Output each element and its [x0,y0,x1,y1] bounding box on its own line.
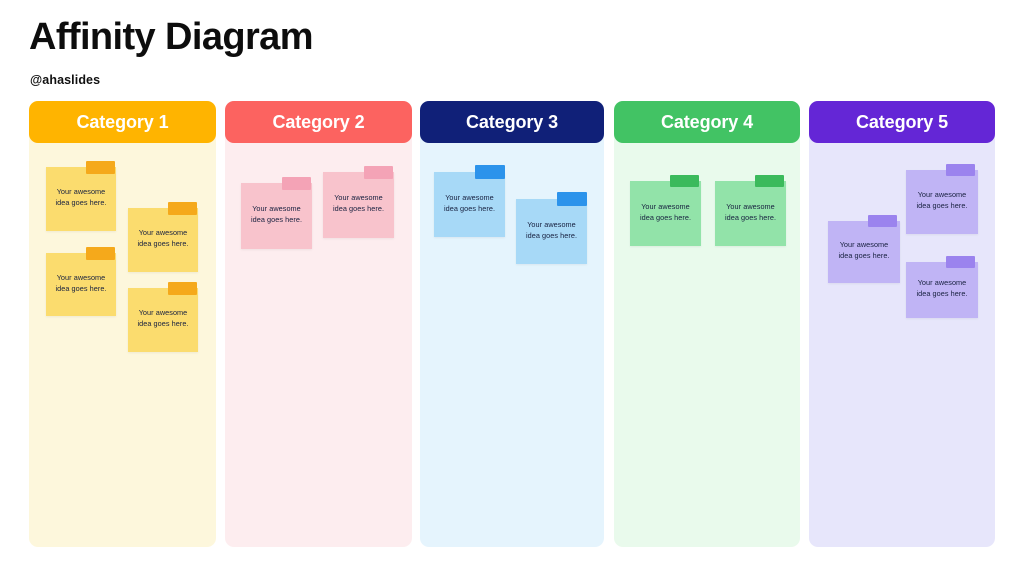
sticky-note[interactable]: Your awesome idea goes here. [516,192,587,264]
sticky-note-text: Your awesome idea goes here. [838,240,890,260]
tape-icon [168,202,197,215]
sticky-note-text: Your awesome idea goes here. [250,204,303,224]
sticky-note-text: Your awesome idea goes here. [916,190,968,210]
sticky-note-text: Your awesome idea goes here. [639,201,692,222]
sticky-note[interactable]: Your awesome idea goes here. [434,165,505,237]
sticky-note[interactable]: Your awesome idea goes here. [715,175,786,246]
sticky-note-text: Your awesome idea goes here. [332,193,385,213]
sticky-note[interactable]: Your awesome idea goes here. [323,166,394,238]
column-header-category-1[interactable]: Category 1 [29,101,216,143]
notes-area-category-5: Your awesome idea goes here. Your awesome… [809,101,995,547]
sticky-note[interactable]: Your awesome idea goes here. [46,161,116,231]
column-category-5: Your awesome idea goes here. Your awesome… [809,101,995,547]
slide-canvas: Affinity Diagram @ahaslides Your awesome… [0,0,1024,576]
sticky-note-text: Your awesome idea goes here. [55,272,107,293]
sticky-note-text: Your awesome idea goes here. [916,278,968,298]
notes-area-category-3: Your awesome idea goes here. Your awesome… [420,101,604,547]
column-header-category-2[interactable]: Category 2 [225,101,412,143]
tape-icon [475,165,505,179]
tape-icon [946,164,975,176]
notes-area-category-2: Your awesome idea goes here. Your awesome… [225,101,412,547]
sticky-note[interactable]: Your awesome idea goes here. [828,215,900,283]
sticky-note[interactable]: Your awesome idea goes here. [906,164,978,234]
tape-icon [946,256,975,268]
tape-icon [86,247,115,260]
column-category-1: Your awesome idea goes here. Your awesome… [29,101,216,547]
sticky-note[interactable]: Your awesome idea goes here. [906,256,978,318]
sticky-note-text: Your awesome idea goes here. [724,201,777,222]
sticky-note-text: Your awesome idea goes here. [525,219,578,240]
column-category-2: Your awesome idea goes here. Your awesome… [225,101,412,547]
sticky-note-text: Your awesome idea goes here. [137,308,189,328]
column-category-4: Your awesome idea goes here. Your awesome… [614,101,800,547]
column-category-3: Your awesome idea goes here. Your awesome… [420,101,604,547]
tape-icon [86,161,115,174]
notes-area-category-1: Your awesome idea goes here. Your awesome… [29,101,216,547]
sticky-note-text: Your awesome idea goes here. [443,192,496,213]
page-title: Affinity Diagram [29,16,313,58]
column-header-label: Category 5 [855,111,949,132]
column-header-category-3[interactable]: Category 3 [420,101,604,143]
tape-icon [282,177,311,190]
column-header-category-5[interactable]: Category 5 [809,101,995,143]
sticky-note[interactable]: Your awesome idea goes here. [630,175,701,246]
sticky-note-text: Your awesome idea goes here. [55,187,107,207]
column-header-label: Category 2 [272,111,365,132]
tape-icon [364,166,393,179]
column-header-label: Category 1 [76,111,169,132]
sticky-note[interactable]: Your awesome idea goes here. [128,282,198,352]
tape-icon [755,175,784,187]
tape-icon [557,192,587,206]
notes-area-category-4: Your awesome idea goes here. Your awesome… [614,101,800,547]
sticky-note[interactable]: Your awesome idea goes here. [241,177,312,249]
tape-icon [168,282,197,295]
column-header-category-4[interactable]: Category 4 [614,101,800,143]
page-subtitle-handle: @ahaslides [30,73,101,87]
sticky-note[interactable]: Your awesome idea goes here. [128,202,198,272]
column-header-label: Category 4 [660,111,754,132]
tape-icon [670,175,699,187]
sticky-note[interactable]: Your awesome idea goes here. [46,247,116,316]
sticky-note-text: Your awesome idea goes here. [137,228,189,248]
tape-icon [868,215,897,227]
column-header-label: Category 3 [465,111,559,132]
